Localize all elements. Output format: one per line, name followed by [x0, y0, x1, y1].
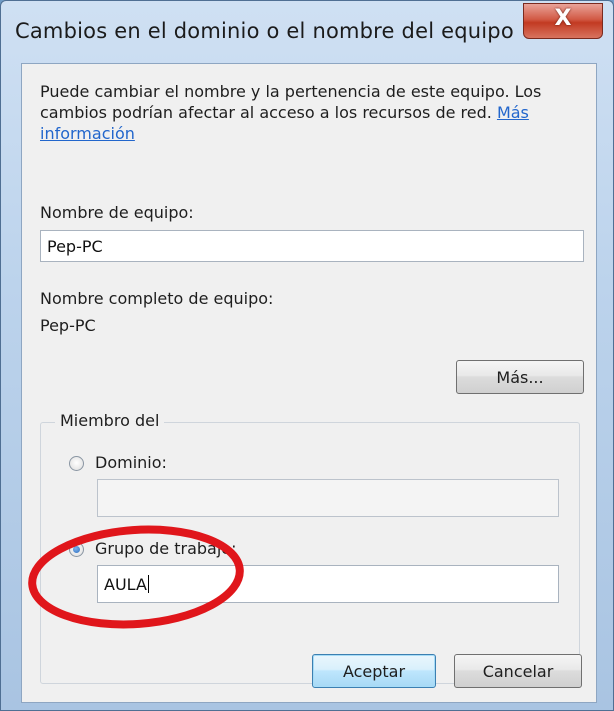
- membership-groupbox: Miembro del Dominio: Grupo de trabajo: A…: [40, 411, 580, 684]
- dialog-content: Puede cambiar el nombre y la pertenencia…: [21, 63, 597, 703]
- workgroup-input[interactable]: AULA: [97, 565, 559, 603]
- full-computer-name-label: Nombre completo de equipo:: [40, 289, 274, 308]
- text-caret: [147, 575, 149, 593]
- workgroup-radio[interactable]: [69, 542, 84, 557]
- full-computer-name-value: Pep-PC: [40, 316, 96, 335]
- title-bar[interactable]: Cambios en el dominio o el nombre del eq…: [1, 1, 613, 63]
- dialog-window: Cambios en el dominio o el nombre del eq…: [0, 0, 614, 711]
- window-title: Cambios en el dominio o el nombre del eq…: [15, 19, 514, 43]
- domain-input[interactable]: [97, 479, 559, 517]
- workgroup-label: Grupo de trabajo:: [95, 539, 237, 558]
- computer-name-label: Nombre de equipo:: [40, 203, 194, 222]
- domain-label: Dominio:: [95, 453, 167, 472]
- description-body: Puede cambiar el nombre y la pertenencia…: [40, 82, 542, 122]
- cancel-button[interactable]: Cancelar: [454, 654, 582, 688]
- domain-radio[interactable]: [69, 456, 84, 471]
- ok-button[interactable]: Aceptar: [312, 654, 436, 688]
- computer-name-value: Pep-PC: [47, 236, 103, 256]
- more-button[interactable]: Más...: [456, 360, 584, 394]
- close-button[interactable]: X: [523, 3, 603, 39]
- close-icon: X: [554, 6, 572, 31]
- computer-name-input[interactable]: Pep-PC: [40, 230, 584, 262]
- workgroup-value: AULA: [104, 574, 147, 594]
- membership-legend: Miembro del: [55, 411, 165, 430]
- description-text: Puede cambiar el nombre y la pertenencia…: [40, 81, 585, 144]
